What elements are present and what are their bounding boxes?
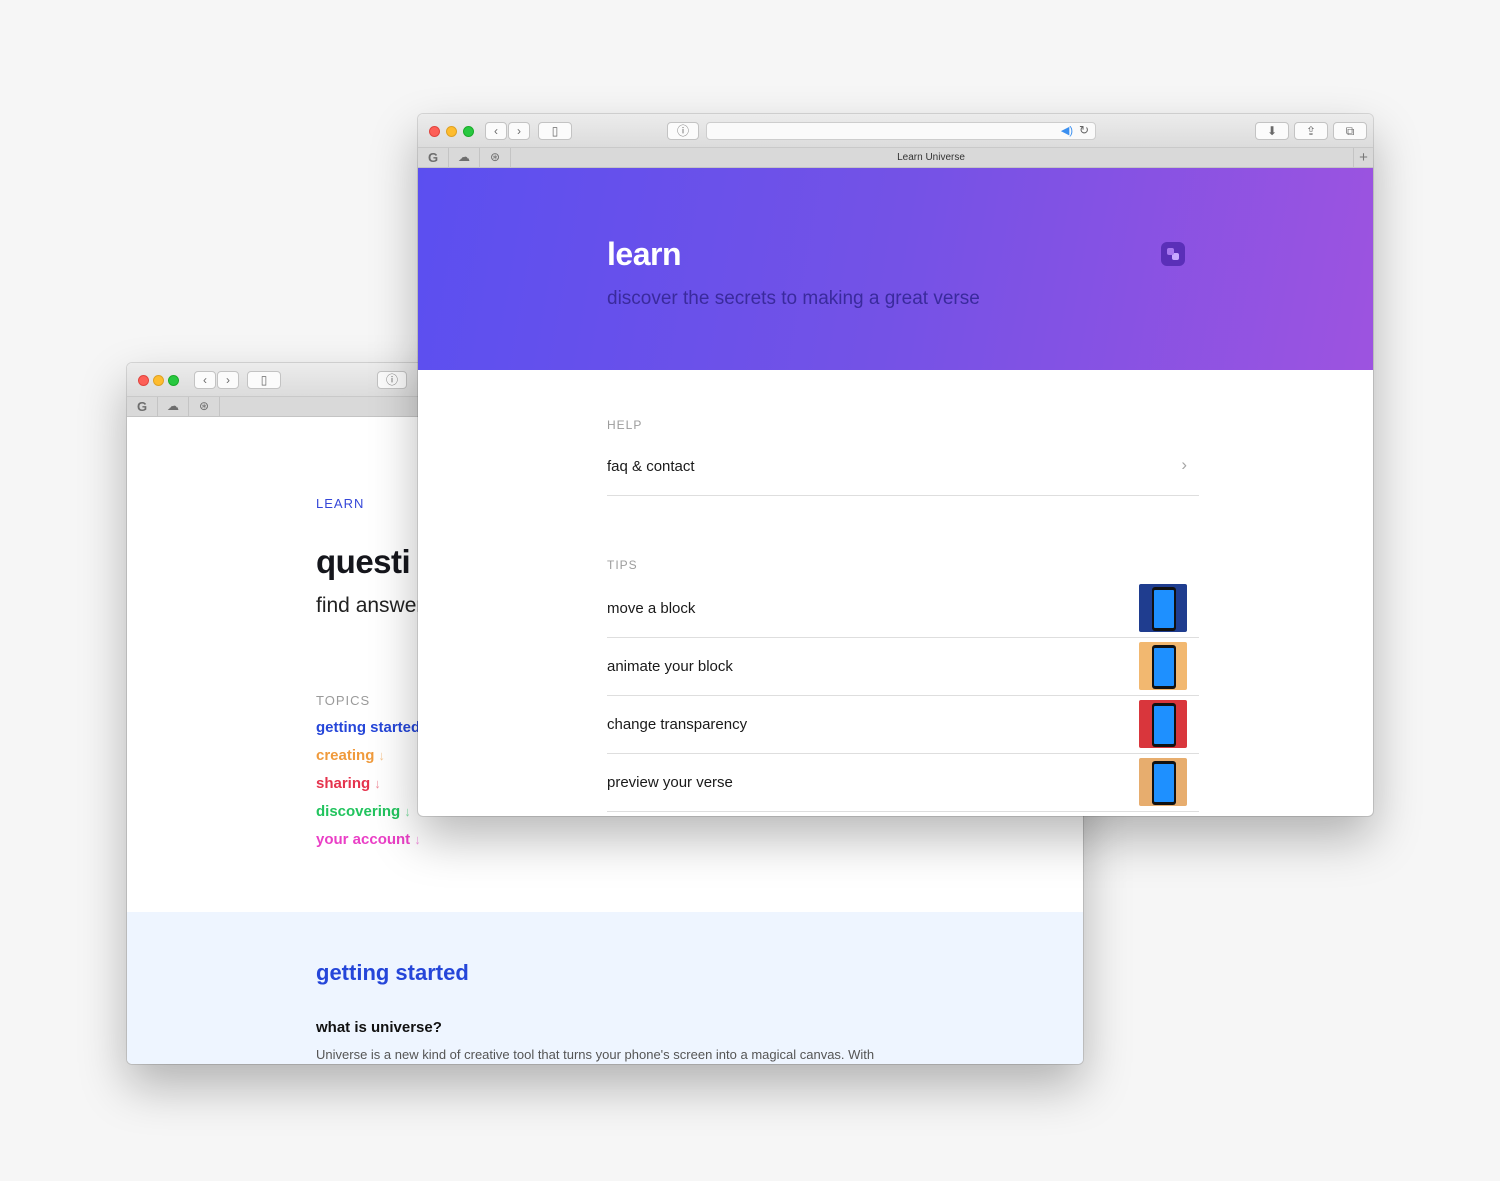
phone-screen	[1154, 590, 1174, 628]
tabs-icon[interactable]: ⧉	[1333, 122, 1367, 140]
dribbble-icon[interactable]: ⊛	[480, 148, 511, 167]
back-icon[interactable]: ‹	[485, 122, 507, 140]
forward-icon[interactable]: ›	[217, 371, 239, 389]
reader-icon[interactable]: ⓘ	[377, 371, 407, 389]
sidebar-icon[interactable]: ▯	[538, 122, 572, 140]
reader-icon[interactable]: ⓘ	[667, 122, 699, 140]
hero-title: learn	[607, 236, 681, 272]
tip-thumbnail[interactable]	[1139, 584, 1187, 632]
section-title: getting started	[316, 960, 469, 985]
zoom-button[interactable]	[463, 126, 474, 137]
topic-label: getting started	[316, 719, 421, 736]
phone-screen	[1154, 706, 1174, 744]
tip-label: move a block	[607, 600, 696, 617]
topic-link[interactable]: creating ↓	[316, 747, 385, 764]
minimize-button[interactable]	[153, 375, 164, 386]
arrow-down-icon: ↓	[374, 776, 381, 791]
toolbar: ‹ › ▯ ⓘ ◀) ↻ ⬇ ⇪ ⧉	[418, 114, 1373, 148]
close-button[interactable]	[429, 126, 440, 137]
help-row-faq[interactable]: faq & contact ›	[607, 446, 1199, 496]
phone-screen	[1154, 764, 1174, 802]
arrow-down-icon: ↓	[404, 804, 411, 819]
phone-image	[1152, 703, 1176, 747]
tip-row[interactable]: change transparency	[607, 696, 1199, 754]
soundcloud-icon[interactable]: ☁	[158, 397, 189, 416]
tip-label: change transparency	[607, 716, 748, 733]
share-icon[interactable]: ⇪	[1294, 122, 1328, 140]
forward-icon[interactable]: ›	[508, 122, 530, 140]
reload-icon[interactable]: ↻	[1079, 123, 1089, 137]
universe-logo-icon[interactable]	[1161, 242, 1185, 266]
google-icon[interactable]: G	[418, 148, 449, 167]
help-label: HELP	[607, 418, 643, 432]
topics-label: TOPICS	[316, 693, 371, 708]
google-icon[interactable]: G	[127, 397, 158, 416]
new-tab-icon[interactable]: +	[1353, 148, 1373, 168]
download-icon[interactable]: ⬇	[1255, 122, 1289, 140]
address-bar[interactable]: ◀) ↻	[706, 122, 1096, 140]
tips-label: TIPS	[607, 558, 638, 572]
getting-started-section: getting started what is universe? Univer…	[127, 912, 1083, 1064]
minimize-button[interactable]	[446, 126, 457, 137]
topic-label: your account	[316, 831, 411, 848]
topic-label: creating	[316, 747, 375, 764]
arrow-down-icon: ↓	[414, 832, 421, 847]
tip-thumbnail[interactable]	[1139, 700, 1187, 748]
page-subtitle: find answer	[316, 594, 424, 617]
row-label: faq & contact	[607, 458, 695, 475]
topic-label: sharing	[316, 775, 371, 792]
phone-image	[1152, 645, 1176, 689]
soundcloud-icon[interactable]: ☁	[449, 148, 480, 167]
sound-icon[interactable]: ◀)	[1061, 124, 1073, 137]
tip-thumbnail[interactable]	[1139, 642, 1187, 690]
learn-label: LEARN	[316, 496, 365, 511]
answer-text: Universe is a new kind of creative tool …	[316, 1047, 875, 1062]
question-title: what is universe?	[316, 1019, 442, 1036]
tip-row[interactable]: move a block	[607, 580, 1199, 638]
dribbble-icon[interactable]: ⊛	[189, 397, 220, 416]
front-browser-window: ‹ › ▯ ⓘ ◀) ↻ ⬇ ⇪ ⧉ G ☁ ⊛ Learn Universe …	[418, 114, 1373, 816]
tab-title[interactable]: Learn Universe	[511, 148, 1351, 168]
tip-row[interactable]: preview your verse	[607, 754, 1199, 812]
tip-label: preview your verse	[607, 774, 733, 791]
topic-label: discovering	[316, 803, 401, 820]
tip-row[interactable]: animate your block	[607, 638, 1199, 696]
tip-label: animate your block	[607, 658, 733, 675]
back-icon[interactable]: ‹	[194, 371, 216, 389]
topic-link[interactable]: sharing ↓	[316, 775, 381, 792]
phone-screen	[1154, 648, 1174, 686]
close-button[interactable]	[138, 375, 149, 386]
chevron-right-icon: ›	[1181, 455, 1187, 474]
sidebar-icon[interactable]: ▯	[247, 371, 281, 389]
hero-banner: learn discover the secrets to making a g…	[418, 168, 1373, 370]
favorites-bar: G ☁ ⊛ Learn Universe +	[418, 148, 1373, 168]
zoom-button[interactable]	[168, 375, 179, 386]
topic-link[interactable]: getting started	[316, 719, 420, 736]
page-title: questi	[316, 543, 411, 580]
topic-link[interactable]: your account ↓	[316, 831, 421, 848]
arrow-down-icon: ↓	[378, 748, 385, 763]
topic-link[interactable]: discovering ↓	[316, 803, 411, 820]
phone-image	[1152, 761, 1176, 805]
hero-subtitle: discover the secrets to making a great v…	[607, 288, 980, 309]
tip-thumbnail[interactable]	[1139, 758, 1187, 806]
phone-image	[1152, 587, 1176, 631]
